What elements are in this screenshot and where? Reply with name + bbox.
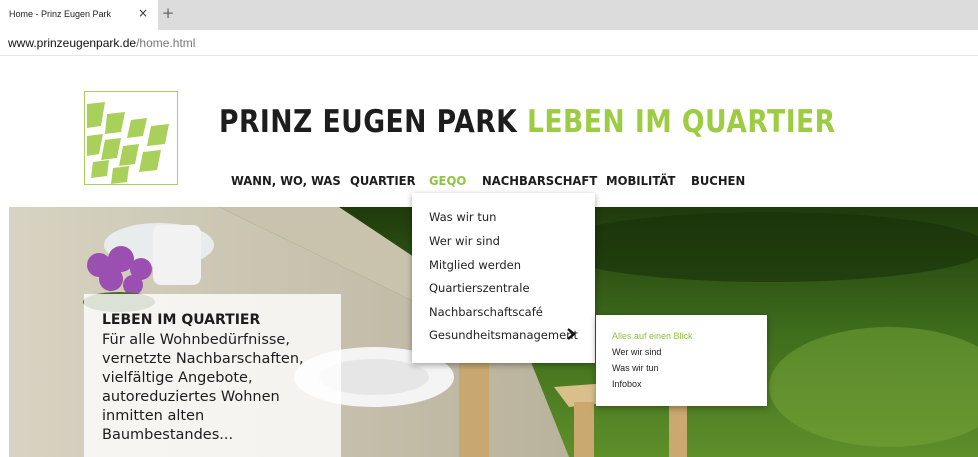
hero-teaser: LEBEN IM QUARTIER Für alle Wohnbedürfnis…: [84, 294, 341, 457]
site-headline: PRINZ EUGEN PARK LEBEN IM QUARTIER: [219, 104, 836, 140]
address-bar[interactable]: www.prinzeugenpark.de/home.html: [0, 30, 978, 56]
logo-icon[interactable]: [84, 91, 178, 185]
gesundheitsmanagement-submenu: Alles auf einen Blick Wer wir sind Was w…: [596, 315, 767, 406]
headline-green: LEBEN IM QUARTIER: [526, 104, 836, 140]
logo-graphic: [87, 102, 169, 184]
dropdown-item-was-wir-tun[interactable]: Was wir tun: [429, 210, 496, 224]
hero-line: inmitten alten: [102, 408, 205, 424]
hero-text: Für alle Wohnbedürfnisse, vernetzte Nach…: [102, 331, 340, 445]
chevron-right-icon: [567, 328, 576, 340]
hero-line: vielfältige Angebote,: [102, 370, 253, 386]
submenu-item-wer-wir-sind[interactable]: Wer wir sind: [612, 347, 661, 357]
hero-line: Baumbestandes...: [102, 427, 234, 443]
hero-line: autoreduziertes Wohnen: [102, 389, 280, 405]
hero-line: Für alle Wohnbedürfnisse,: [102, 332, 290, 348]
plus-icon[interactable]: +: [160, 4, 176, 22]
dropdown-item-mitglied-werden[interactable]: Mitglied werden: [429, 258, 521, 272]
browser-tab[interactable]: Home - Prinz Eugen Park ×: [0, 0, 158, 30]
geqo-dropdown-menu: Was wir tun Wer wir sind Mitglied werden…: [412, 193, 595, 363]
dropdown-item-wer-wir-sind[interactable]: Wer wir sind: [429, 234, 500, 248]
nav-item-geqo[interactable]: GEQO: [429, 173, 466, 188]
dropdown-item-nachbarschaftscafe[interactable]: Nachbarschaftscafé: [429, 305, 543, 319]
submenu-item-alles-auf-einen-blick[interactable]: Alles auf einen Blick: [612, 331, 693, 341]
headline-dark: PRINZ EUGEN PARK: [219, 104, 518, 140]
submenu-item-infobox[interactable]: Infobox: [612, 379, 642, 389]
submenu-item-was-wir-tun[interactable]: Was wir tun: [612, 363, 659, 373]
url-text: www.prinzeugenpark.de/home.html: [8, 36, 195, 50]
url-host: www.prinzeugenpark.de: [8, 36, 137, 50]
dropdown-item-quartierszentrale[interactable]: Quartierszentrale: [429, 281, 530, 295]
close-icon[interactable]: ×: [138, 6, 148, 20]
nav-item-mobilitaet[interactable]: MOBILITÄT: [606, 173, 675, 188]
dropdown-item-gesundheitsmanagement[interactable]: Gesundheitsmanagement: [429, 328, 578, 342]
tab-title: Home - Prinz Eugen Park: [9, 9, 112, 19]
nav-item-quartier[interactable]: QUARTIER: [350, 173, 416, 188]
browser-tab-bar: Home - Prinz Eugen Park × +: [0, 0, 978, 30]
url-path: /home.html: [136, 36, 196, 50]
hero-title: LEBEN IM QUARTIER: [102, 312, 261, 328]
nav-item-nachbarschaft[interactable]: NACHBARSCHAFT: [482, 173, 597, 188]
hero-line: vernetzte Nachbarschaften,: [102, 351, 304, 367]
nav-item-buchen[interactable]: BUCHEN: [691, 173, 745, 188]
nav-item-wann-wo-was[interactable]: WANN, WO, WAS: [231, 173, 341, 188]
